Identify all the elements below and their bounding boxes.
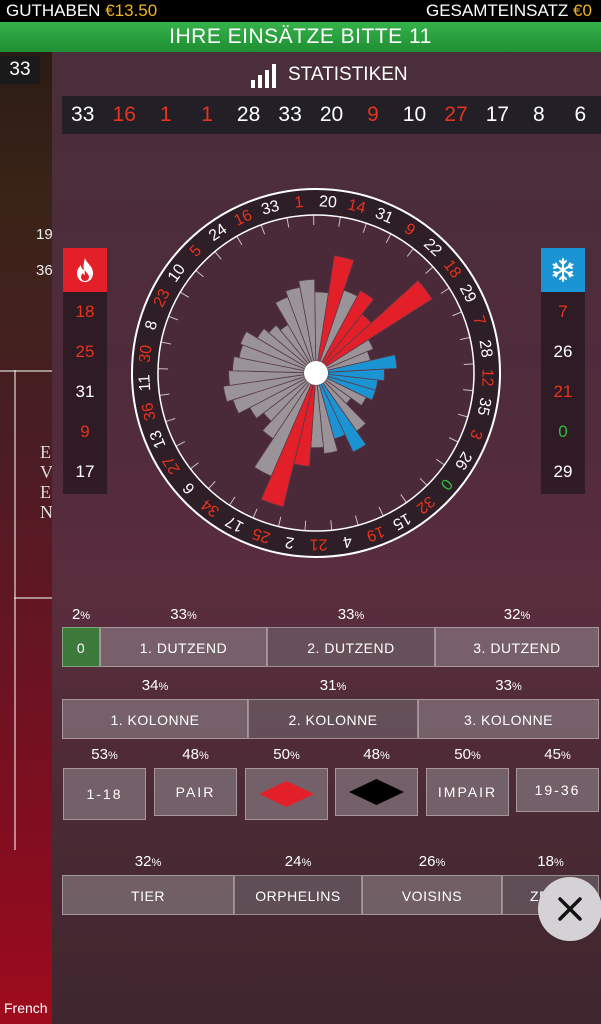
total-bet-label: GESAMTEINSATZ [426, 1, 569, 20]
orphelins-percent: 24% [284, 853, 312, 870]
close-icon [558, 897, 582, 921]
red-percent: 50% [273, 746, 300, 763]
black-diamond-icon [349, 779, 404, 805]
dozen-2-percent: 33% [337, 606, 365, 623]
wheel-tick [463, 363, 474, 365]
recent-results: 33 16 1 1 28 33 20 9 10 27 17 8 6 [62, 96, 601, 134]
snowflake-icon [541, 248, 585, 292]
even-box: PAIR [154, 768, 237, 816]
statistics-panel: STATISTIKEN 33 16 1 1 28 33 20 9 10 27 17 8 6 18 25 31… [52, 52, 601, 1024]
recent-number: 33 [71, 103, 95, 126]
hot-numbers: 18 25 31 9 17 [63, 248, 107, 494]
wheel-number: 1 [294, 194, 305, 212]
column-2-box: 2. KOLONNE [248, 699, 418, 739]
recent-number: 1 [159, 103, 172, 126]
hot-number: 9 [80, 422, 90, 441]
zero-percent: 2% [71, 606, 91, 623]
bg-text: 36 [36, 262, 53, 279]
game-name: French [4, 1000, 48, 1016]
recent-number: 20 [319, 103, 344, 126]
cold-number: 0 [558, 422, 568, 441]
high-box: 19-36 [516, 768, 599, 812]
column-3-percent: 33% [495, 677, 522, 694]
odd-box: IMPAIR [426, 768, 509, 816]
high-percent: 45% [544, 746, 571, 763]
table-line [0, 370, 60, 372]
voisins-box: VOISINS [362, 875, 502, 915]
orphelins-box: ORPHELINS [234, 875, 362, 915]
bet-timer-banner: IHRE EINSÄTZE BITTE 11 [0, 22, 601, 52]
wheel-number: 28 [476, 339, 495, 359]
column-1-box: 1. KOLONNE [62, 699, 248, 739]
cold-number: 29 [553, 462, 573, 481]
tier-percent: 32% [134, 853, 162, 870]
recent-number: 6 [574, 103, 587, 126]
recent-number: 9 [367, 103, 379, 126]
cold-number: 7 [558, 302, 568, 321]
low-percent: 53% [91, 746, 118, 763]
hot-number: 18 [75, 302, 95, 321]
wheel-hub [304, 361, 328, 385]
zero-sector-percent: 18% [537, 853, 564, 870]
wheel-number: 11 [136, 374, 154, 392]
red-box [245, 768, 328, 820]
zero-box: 0 [62, 627, 100, 667]
status-bar: GUTHABEN €13.50 GESAMTEINSATZ €0 [0, 0, 601, 22]
tier-box: TIER [62, 875, 234, 915]
total-bet-value: €0 [573, 1, 592, 20]
balance-value: €13.50 [105, 1, 158, 20]
wheel-number: 35 [474, 396, 494, 417]
column-2-percent: 31% [319, 677, 347, 694]
balance: GUTHABEN €13.50 [6, 0, 157, 22]
low-box: 1-18 [63, 768, 146, 820]
recent-number: 28 [236, 103, 261, 126]
bg-text: 19 [36, 226, 53, 243]
bg-letter: E [40, 442, 51, 462]
dozen-1-box: 1. DUTZEND [100, 627, 267, 667]
round-badge: 33 [0, 56, 40, 84]
bg-letter: E [40, 482, 51, 502]
wheel-number: 30 [137, 344, 156, 364]
wheel-tick [304, 520, 307, 531]
column-1-percent: 34% [141, 677, 169, 694]
recent-number: 8 [533, 103, 545, 126]
recent-number: 33 [278, 103, 302, 126]
dozen-1-percent: 33% [170, 606, 197, 623]
fire-icon [63, 248, 107, 292]
wheel-number: 20 [318, 193, 337, 211]
recent-number: 27 [444, 103, 468, 126]
recent-number: 10 [402, 103, 427, 126]
even-percent: 48% [182, 746, 209, 763]
cold-number: 21 [553, 382, 573, 401]
recent-number: 16 [112, 103, 136, 126]
panel-title: STATISTIKEN [288, 64, 408, 85]
table-line [14, 370, 16, 850]
hot-number: 25 [75, 342, 95, 361]
total-bet: GESAMTEINSATZ €0 [426, 0, 592, 22]
cold-number: 26 [553, 342, 573, 361]
recent-number: 1 [201, 103, 213, 126]
dozen-3-percent: 32% [503, 606, 531, 623]
roulette-wheel-heatmap: 03215194212251734627133611308231052416 33… [131, 188, 501, 558]
black-box [335, 768, 418, 816]
balance-label: GUTHABEN [6, 1, 101, 20]
cold-numbers: 7 26 21 0 29 [541, 248, 585, 494]
odd-percent: 50% [454, 746, 481, 763]
red-diamond-icon [259, 781, 314, 807]
hot-number: 17 [75, 462, 95, 481]
recent-number: 17 [485, 103, 510, 126]
black-percent: 48% [363, 746, 390, 763]
hot-number: 31 [75, 382, 95, 401]
column-3-box: 3. KOLONNE [418, 699, 599, 739]
wheel-number: 12 [478, 369, 495, 387]
dozen-3-box: 3. DUTZEND [435, 627, 599, 667]
wheel-number: 21 [309, 535, 327, 552]
voisins-percent: 26% [418, 853, 446, 870]
dozen-2-box: 2. DUTZEND [267, 627, 435, 667]
close-button[interactable] [538, 877, 601, 941]
